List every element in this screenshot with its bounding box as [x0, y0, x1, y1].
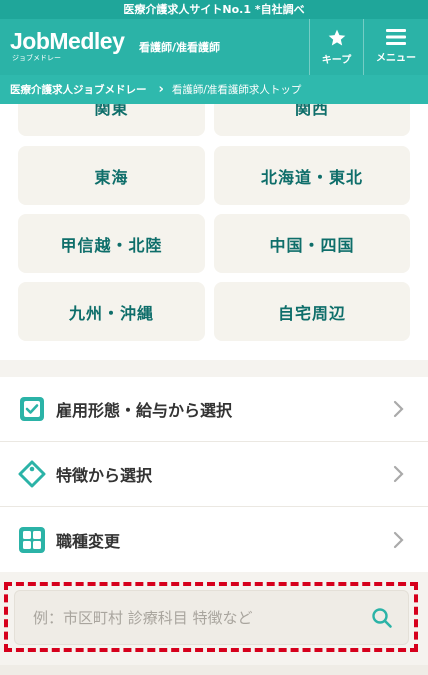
- top-banner: 医療介護求人サイトNo.1 *自社調べ: [0, 0, 428, 19]
- search-input[interactable]: [15, 591, 355, 644]
- logo-text: JobMedley: [10, 28, 125, 54]
- breadcrumb: 医療介護求人ジョブメドレー › 看護師/准看護師求人トップ: [0, 75, 428, 104]
- option-label: 職種変更: [56, 531, 121, 551]
- menu-label: メニュー: [376, 53, 416, 64]
- jobmedley-logo[interactable]: JobMedley ジョブメドレー: [10, 28, 125, 62]
- region-button-koshinetsu-hokuriku[interactable]: 甲信越・北陸: [18, 214, 205, 273]
- search-icon[interactable]: [370, 606, 394, 630]
- logo-subtext: ジョブメドレー: [12, 54, 61, 62]
- search-box: [14, 590, 409, 645]
- chevron-right-icon: [393, 465, 404, 483]
- chevron-right-icon: [393, 400, 404, 418]
- region-button-kyushu-okinawa[interactable]: 九州・沖縄: [18, 282, 205, 341]
- region-button-home-area[interactable]: 自宅周辺: [214, 282, 410, 341]
- option-label: 特徴から選択: [56, 466, 153, 485]
- menu-button[interactable]: メニュー: [363, 19, 428, 75]
- region-button-tokai[interactable]: 東海: [18, 146, 205, 205]
- keep-label: キープ: [321, 55, 352, 66]
- breadcrumb-home-link[interactable]: 医療介護求人ジョブメドレー: [10, 82, 147, 97]
- star-icon: [328, 29, 345, 46]
- checkbox-icon: [20, 397, 44, 421]
- site-header: JobMedley ジョブメドレー 看護師/准看護師 キープ メニュー: [0, 19, 428, 75]
- grid-icon: [19, 526, 45, 553]
- header-occupation: 看護師/准看護師: [139, 41, 221, 54]
- region-selector: 関東 関西 東海 北海道・東北 甲信越・北陸 中国・四国 九州・沖縄 自宅周辺: [0, 104, 428, 360]
- hamburger-icon: [386, 29, 406, 45]
- page-bottom-band: [0, 665, 428, 675]
- tag-icon: [18, 460, 46, 488]
- search-section: [0, 572, 428, 665]
- keep-button[interactable]: キープ: [309, 19, 363, 75]
- region-button-kansai[interactable]: 関西: [214, 104, 410, 136]
- filter-options-list: 雇用形態・給与から選択 特徴から選択 職種変更: [0, 377, 428, 572]
- option-employment-salary[interactable]: 雇用形態・給与から選択: [0, 377, 428, 442]
- breadcrumb-current: 看護師/准看護師求人トップ: [171, 84, 302, 96]
- section-divider: [0, 360, 428, 377]
- option-change-occupation[interactable]: 職種変更: [0, 507, 428, 572]
- option-features[interactable]: 特徴から選択: [0, 442, 428, 507]
- region-button-chugoku-shikoku[interactable]: 中国・四国: [214, 214, 410, 273]
- region-button-hokkaido-tohoku[interactable]: 北海道・東北: [214, 146, 410, 205]
- option-label: 雇用形態・給与から選択: [56, 401, 233, 420]
- chevron-right-icon: [393, 531, 404, 548]
- chevron-right-icon: ›: [158, 82, 164, 97]
- region-button-kanto[interactable]: 関東: [18, 104, 205, 136]
